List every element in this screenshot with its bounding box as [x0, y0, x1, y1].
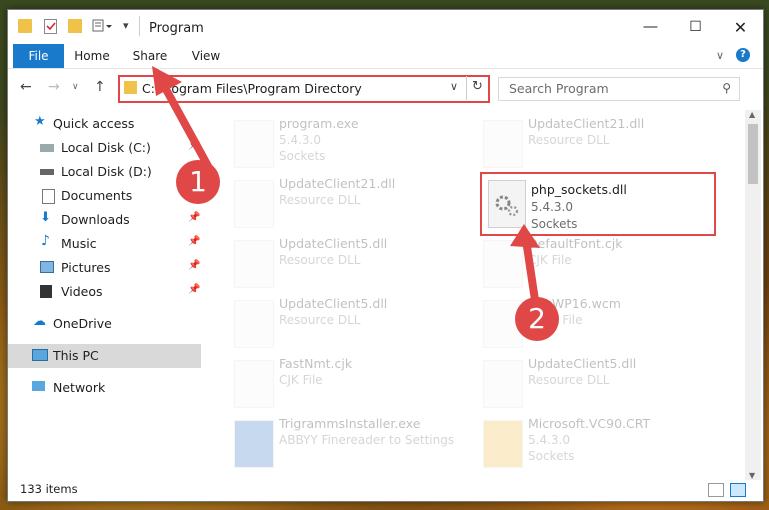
list-item[interactable]: UpdateClient5.dll Resource DLL [224, 234, 464, 292]
file-version: 5.4.3.0 [531, 200, 573, 214]
list-item[interactable]: UpdateClient21.dll Resource DLL [473, 114, 713, 172]
explorer-window: ▾ Program ― ☐ ✕ File Home Share View ∨ ?… [7, 9, 764, 502]
item-count: 133 items [20, 482, 78, 496]
music-note-icon: ♪ [41, 233, 50, 249]
separator [139, 16, 140, 36]
gear-file-icon [488, 180, 526, 228]
dll-file-icon [234, 180, 274, 228]
file-name: php_sockets.dll [531, 182, 627, 197]
drive-icon [40, 144, 54, 152]
cjk-file-icon [234, 360, 274, 408]
folder-icon [124, 81, 137, 94]
forward-arrow-icon[interactable]: → [48, 79, 60, 95]
sidebar-item-downloads[interactable]: ⬇ Downloads 📌 [8, 208, 201, 232]
list-item[interactable]: TrigrammsInstaller.exe ABBYY Finereader … [224, 414, 464, 472]
navigation-bar: ← → ∨ ↑ C:\Program Files\Program Directo… [8, 69, 763, 105]
customize-toolbar-icon[interactable] [92, 19, 112, 33]
search-box[interactable]: Search Program ⚲ [498, 77, 740, 101]
pin-icon[interactable]: 📌 [188, 284, 200, 295]
cloud-icon: ☁ [33, 314, 46, 329]
sidebar-item-pictures[interactable]: Pictures 📌 [8, 256, 201, 280]
separator [466, 76, 467, 100]
title-bar: ▾ Program ― ☐ ✕ [8, 10, 763, 44]
up-arrow-icon[interactable]: ↑ [94, 79, 106, 95]
folder-icon [18, 19, 32, 33]
step-1-badge: 1 [176, 160, 220, 204]
quick-access-dropdown-icon[interactable]: ▾ [123, 19, 129, 32]
sidebar-item-onedrive[interactable]: ☁ OneDrive [8, 312, 201, 336]
dll-file-icon [483, 120, 523, 168]
large-icons-view-icon[interactable] [730, 483, 746, 497]
network-icon [32, 381, 45, 391]
dll-file-icon [234, 300, 274, 348]
sidebar-item-music[interactable]: ♪ Music 📌 [8, 232, 201, 256]
help-icon[interactable]: ? [736, 48, 750, 62]
computer-icon [32, 349, 48, 361]
pin-icon[interactable]: 📌 [188, 212, 200, 223]
film-icon [40, 285, 52, 298]
tab-home[interactable]: Home [70, 44, 114, 68]
list-item[interactable]: FastNmt.cjk CJK File [224, 354, 464, 412]
new-folder-icon[interactable] [68, 19, 82, 33]
pictures-icon [40, 261, 54, 273]
details-view-icon[interactable] [708, 483, 724, 497]
expand-ribbon-icon[interactable]: ∨ [716, 49, 724, 62]
annotation-arrow-1 [152, 66, 212, 170]
tab-share[interactable]: Share [128, 44, 172, 68]
refresh-icon[interactable]: ↻ [472, 79, 483, 94]
dll-file-icon [483, 360, 523, 408]
documents-icon [42, 189, 55, 204]
sidebar-item-documents[interactable]: Documents [8, 184, 201, 208]
dll-file-icon [234, 240, 274, 288]
list-item[interactable]: Microsoft.VC90.CRT 5.4.3.0 Sockets [473, 414, 713, 472]
sidebar-item-videos[interactable]: Videos 📌 [8, 280, 201, 304]
ribbon: File Home Share View ∨ ? [8, 44, 763, 69]
tab-file[interactable]: File [13, 44, 64, 68]
installer-icon [234, 420, 274, 468]
step-2-badge: 2 [515, 297, 559, 341]
recent-locations-icon[interactable]: ∨ [72, 82, 79, 92]
address-dropdown-icon[interactable]: ∨ [450, 80, 458, 93]
file-list: program.exe 5.4.3.0 Sockets UpdateClient… [218, 110, 738, 480]
search-icon[interactable]: ⚲ [722, 81, 731, 95]
list-item[interactable]: UpdateClient5.dll Resource DLL [473, 354, 713, 412]
tab-view[interactable]: View [186, 44, 226, 68]
close-button[interactable]: ✕ [718, 10, 763, 44]
star-icon: ★ [34, 114, 46, 129]
properties-icon[interactable] [44, 19, 57, 34]
sidebar-item-this-pc[interactable]: This PC [8, 344, 201, 368]
list-item[interactable]: program.exe 5.4.3.0 Sockets [224, 114, 464, 172]
search-placeholder: Search Program [509, 81, 609, 96]
pin-icon[interactable]: 📌 [188, 260, 200, 271]
scrollbar-thumb[interactable] [748, 124, 758, 184]
download-arrow-icon: ⬇ [40, 210, 51, 225]
minimize-button[interactable]: ― [628, 10, 673, 44]
list-item[interactable]: UpdateClient5.dll Resource DLL [224, 294, 464, 352]
scroll-up-icon[interactable]: ▲ [749, 110, 755, 119]
window-title: Program [149, 21, 204, 36]
status-bar: 133 items [8, 479, 763, 501]
pin-icon[interactable]: 📌 [188, 236, 200, 247]
drive-icon [40, 169, 54, 175]
back-arrow-icon[interactable]: ← [20, 79, 32, 95]
list-item[interactable]: UpdateClient21.dll Resource DLL [224, 174, 464, 232]
folder-icon [483, 420, 523, 468]
maximize-button[interactable]: ☐ [673, 10, 718, 44]
exe-file-icon [234, 120, 274, 168]
sidebar-item-network[interactable]: Network [8, 376, 201, 400]
